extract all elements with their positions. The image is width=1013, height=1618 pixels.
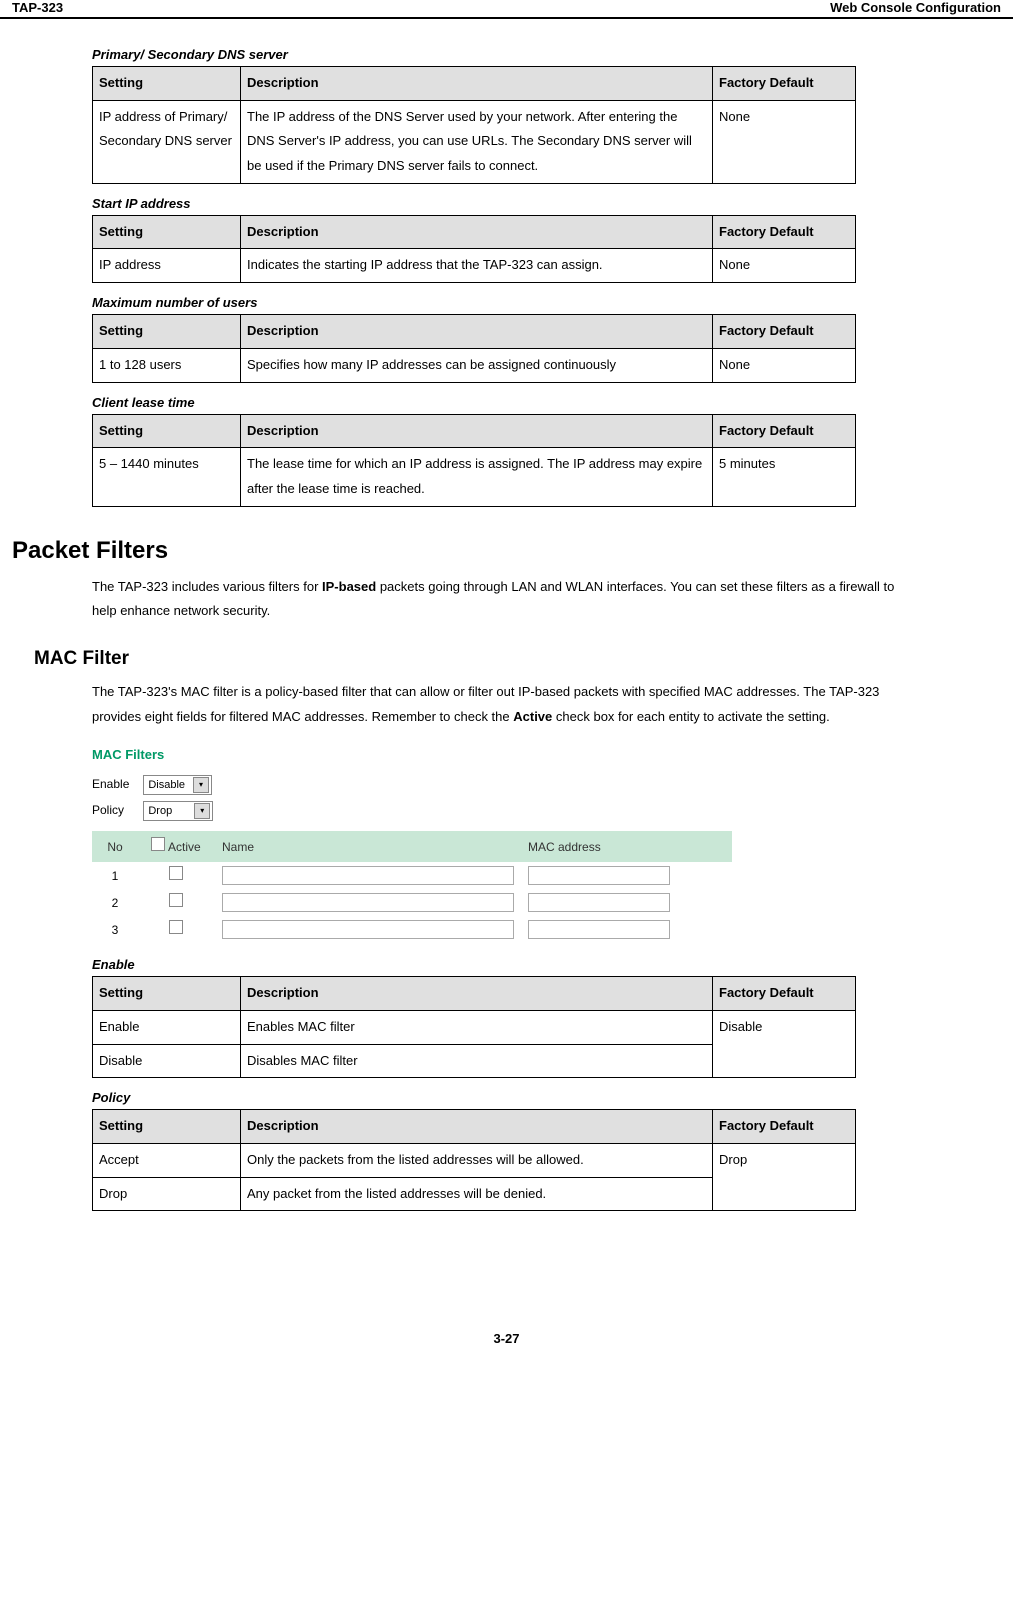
mac-address-input[interactable] xyxy=(528,866,670,885)
cell-description: Specifies how many IP addresses can be a… xyxy=(241,348,713,382)
cell-setting: 5 – 1440 minutes xyxy=(93,448,241,506)
th-description: Description xyxy=(241,67,713,101)
enable-select-value: Disable xyxy=(148,777,185,794)
table-row: 5 – 1440 minutes The lease time for whic… xyxy=(93,448,856,506)
cell-default: None xyxy=(713,348,856,382)
heading-packet-filters: Packet Filters xyxy=(12,537,1013,565)
row-no: 3 xyxy=(92,916,138,943)
cell-description: The IP address of the DNS Server used by… xyxy=(241,100,713,183)
cell-setting: 1 to 128 users xyxy=(93,348,241,382)
row-no: 2 xyxy=(92,889,138,916)
th-setting: Setting xyxy=(93,67,241,101)
table-row: Accept Only the packets from the listed … xyxy=(93,1144,856,1178)
table-startip: Setting Description Factory Default IP a… xyxy=(92,215,856,283)
enable-label: Enable xyxy=(92,775,140,793)
mac-row: 3 xyxy=(92,916,732,943)
table-row: IP address of Primary/ Secondary DNS ser… xyxy=(93,100,856,183)
cell-description: Disables MAC filter xyxy=(241,1044,713,1078)
section-title-dns: Primary/ Secondary DNS server xyxy=(92,47,1013,62)
cell-default: Disable xyxy=(713,1011,856,1078)
th-default: Factory Default xyxy=(713,215,856,249)
th-default: Factory Default xyxy=(713,67,856,101)
th-default: Factory Default xyxy=(713,977,856,1011)
col-active: Active xyxy=(138,831,214,862)
th-setting: Setting xyxy=(93,1110,241,1144)
para-mac-filter: The TAP-323's MAC filter is a policy-bas… xyxy=(92,680,921,729)
cell-description: The lease time for which an IP address i… xyxy=(241,448,713,506)
cell-description: Any packet from the listed addresses wil… xyxy=(241,1177,713,1211)
th-setting: Setting xyxy=(93,215,241,249)
th-description: Description xyxy=(241,977,713,1011)
cell-default: Drop xyxy=(713,1144,856,1211)
section-title-enable: Enable xyxy=(92,957,1013,972)
cell-default: None xyxy=(713,100,856,183)
mac-filters-table: No Active Name MAC address 1 2 3 xyxy=(92,831,732,943)
active-checkbox[interactable] xyxy=(169,866,183,880)
col-mac: MAC address xyxy=(520,831,732,862)
th-default: Factory Default xyxy=(713,414,856,448)
th-setting: Setting xyxy=(93,315,241,349)
header-right: Web Console Configuration xyxy=(830,0,1001,15)
mac-address-input[interactable] xyxy=(528,893,670,912)
enable-select[interactable]: Disable ▾ xyxy=(143,775,212,795)
mac-row: 1 xyxy=(92,862,732,889)
cell-default: 5 minutes xyxy=(713,448,856,506)
cell-setting: IP address xyxy=(93,249,241,283)
cell-description: Indicates the starting IP address that t… xyxy=(241,249,713,283)
cell-setting: Enable xyxy=(93,1011,241,1045)
section-title-lease: Client lease time xyxy=(92,395,1013,410)
th-default: Factory Default xyxy=(713,1110,856,1144)
table-row: IP address Indicates the starting IP add… xyxy=(93,249,856,283)
th-description: Description xyxy=(241,315,713,349)
table-enable: Setting Description Factory Default Enab… xyxy=(92,976,856,1078)
mac-filters-title: MAC Filters xyxy=(92,745,732,765)
th-default: Factory Default xyxy=(713,315,856,349)
active-checkbox[interactable] xyxy=(169,920,183,934)
section-title-startip: Start IP address xyxy=(92,196,1013,211)
active-checkbox[interactable] xyxy=(169,893,183,907)
page-number: 3-27 xyxy=(0,1331,1013,1346)
th-description: Description xyxy=(241,1110,713,1144)
chevron-down-icon: ▾ xyxy=(194,803,210,819)
cell-setting: Disable xyxy=(93,1044,241,1078)
col-no: No xyxy=(92,831,138,862)
name-input[interactable] xyxy=(222,866,514,885)
active-all-checkbox[interactable] xyxy=(151,837,165,851)
table-dns: Setting Description Factory Default IP a… xyxy=(92,66,856,184)
col-name: Name xyxy=(214,831,520,862)
name-input[interactable] xyxy=(222,893,514,912)
cell-setting: IP address of Primary/ Secondary DNS ser… xyxy=(93,100,241,183)
table-row: Enable Enables MAC filter Disable xyxy=(93,1011,856,1045)
name-input[interactable] xyxy=(222,920,514,939)
chevron-down-icon: ▾ xyxy=(193,777,209,793)
header-left: TAP-323 xyxy=(12,0,63,15)
table-policy: Setting Description Factory Default Acce… xyxy=(92,1109,856,1211)
policy-label: Policy xyxy=(92,801,140,819)
cell-description: Enables MAC filter xyxy=(241,1011,713,1045)
cell-setting: Drop xyxy=(93,1177,241,1211)
th-setting: Setting xyxy=(93,977,241,1011)
th-description: Description xyxy=(241,215,713,249)
th-description: Description xyxy=(241,414,713,448)
cell-default: None xyxy=(713,249,856,283)
table-maxusers: Setting Description Factory Default 1 to… xyxy=(92,314,856,382)
policy-select-value: Drop xyxy=(148,803,172,820)
page-header: TAP-323 Web Console Configuration xyxy=(0,0,1013,19)
para-packet-filters: The TAP-323 includes various filters for… xyxy=(92,575,921,624)
table-lease: Setting Description Factory Default 5 – … xyxy=(92,414,856,507)
heading-mac-filter: MAC Filter xyxy=(34,648,1013,670)
cell-description: Only the packets from the listed address… xyxy=(241,1144,713,1178)
table-row: 1 to 128 users Specifies how many IP add… xyxy=(93,348,856,382)
cell-setting: Accept xyxy=(93,1144,241,1178)
policy-select[interactable]: Drop ▾ xyxy=(143,801,213,821)
mac-filters-panel: MAC Filters Enable Disable ▾ Policy Drop… xyxy=(92,745,732,943)
th-setting: Setting xyxy=(93,414,241,448)
mac-address-input[interactable] xyxy=(528,920,670,939)
mac-row: 2 xyxy=(92,889,732,916)
row-no: 1 xyxy=(92,862,138,889)
section-title-policy: Policy xyxy=(92,1090,1013,1105)
section-title-maxusers: Maximum number of users xyxy=(92,295,1013,310)
